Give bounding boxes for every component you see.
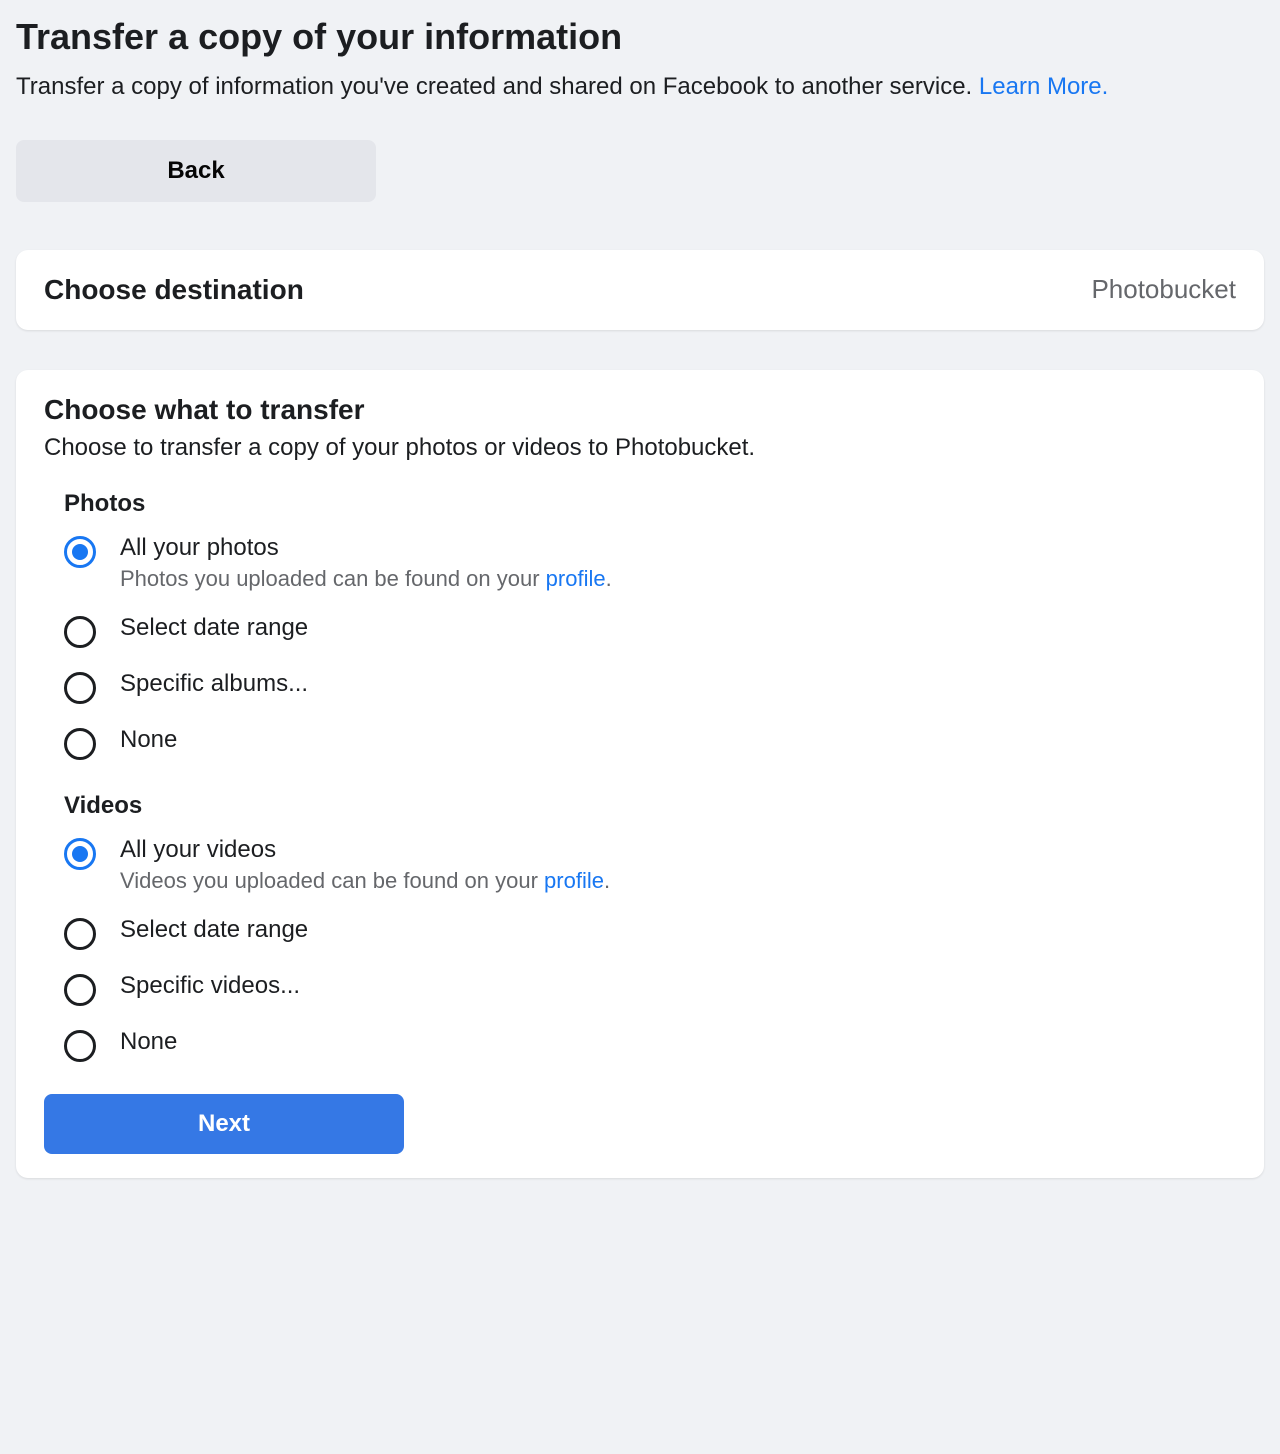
videos-option-all[interactable]: All your videos Videos you uploaded can … [64, 836, 1236, 894]
radio-label: Select date range [120, 916, 308, 944]
videos-radio-group: All your videos Videos you uploaded can … [64, 836, 1236, 1062]
profile-link[interactable]: profile [544, 868, 604, 893]
destination-value: Photobucket [1091, 274, 1236, 305]
radio-label-wrap: All your videos Videos you uploaded can … [120, 836, 610, 894]
radio-label-wrap: None [120, 726, 177, 754]
radio-label: All your videos [120, 836, 610, 864]
page-subtitle: Transfer a copy of information you've cr… [16, 70, 1264, 104]
radio-label-wrap: Specific albums... [120, 670, 308, 698]
radio-icon [64, 536, 96, 568]
photos-option-none[interactable]: None [64, 726, 1236, 760]
profile-link[interactable]: profile [546, 566, 606, 591]
learn-more-link[interactable]: Learn More. [979, 73, 1108, 100]
radio-sub-suffix: . [604, 868, 610, 893]
radio-icon [64, 838, 96, 870]
videos-option-specific-videos[interactable]: Specific videos... [64, 972, 1236, 1006]
radio-label: Specific videos... [120, 972, 300, 1000]
transfer-subtitle: Choose to transfer a copy of your photos… [44, 434, 1236, 462]
radio-sub-suffix: . [606, 566, 612, 591]
destination-label: Choose destination [44, 274, 304, 306]
photos-option-specific-albums[interactable]: Specific albums... [64, 670, 1236, 704]
destination-card[interactable]: Choose destination Photobucket [16, 250, 1264, 330]
transfer-title: Choose what to transfer [44, 394, 1236, 426]
photos-group-title: Photos [64, 490, 1236, 518]
radio-sublabel: Photos you uploaded can be found on your… [120, 566, 612, 592]
radio-label-wrap: Select date range [120, 614, 308, 642]
radio-sub-prefix: Videos you uploaded can be found on your [120, 868, 544, 893]
radio-label: None [120, 1028, 177, 1056]
photos-option-all[interactable]: All your photos Photos you uploaded can … [64, 534, 1236, 592]
radio-label: Specific albums... [120, 670, 308, 698]
radio-label-wrap: All your photos Photos you uploaded can … [120, 534, 612, 592]
radio-label: None [120, 726, 177, 754]
videos-option-none[interactable]: None [64, 1028, 1236, 1062]
back-button[interactable]: Back [16, 140, 376, 202]
radio-label-wrap: Specific videos... [120, 972, 300, 1000]
radio-sub-prefix: Photos you uploaded can be found on your [120, 566, 546, 591]
subtitle-text: Transfer a copy of information you've cr… [16, 73, 979, 100]
radio-icon [64, 672, 96, 704]
radio-icon [64, 616, 96, 648]
radio-icon [64, 918, 96, 950]
photos-option-date-range[interactable]: Select date range [64, 614, 1236, 648]
page-title: Transfer a copy of your information [16, 16, 1264, 58]
next-button[interactable]: Next [44, 1094, 404, 1154]
radio-label-wrap: Select date range [120, 916, 308, 944]
transfer-card: Choose what to transfer Choose to transf… [16, 370, 1264, 1178]
radio-icon [64, 728, 96, 760]
radio-label-wrap: None [120, 1028, 177, 1056]
radio-icon [64, 974, 96, 1006]
videos-option-date-range[interactable]: Select date range [64, 916, 1236, 950]
photos-radio-group: All your photos Photos you uploaded can … [64, 534, 1236, 760]
radio-label: All your photos [120, 534, 612, 562]
radio-icon [64, 1030, 96, 1062]
radio-sublabel: Videos you uploaded can be found on your… [120, 868, 610, 894]
videos-group-title: Videos [64, 792, 1236, 820]
radio-label: Select date range [120, 614, 308, 642]
